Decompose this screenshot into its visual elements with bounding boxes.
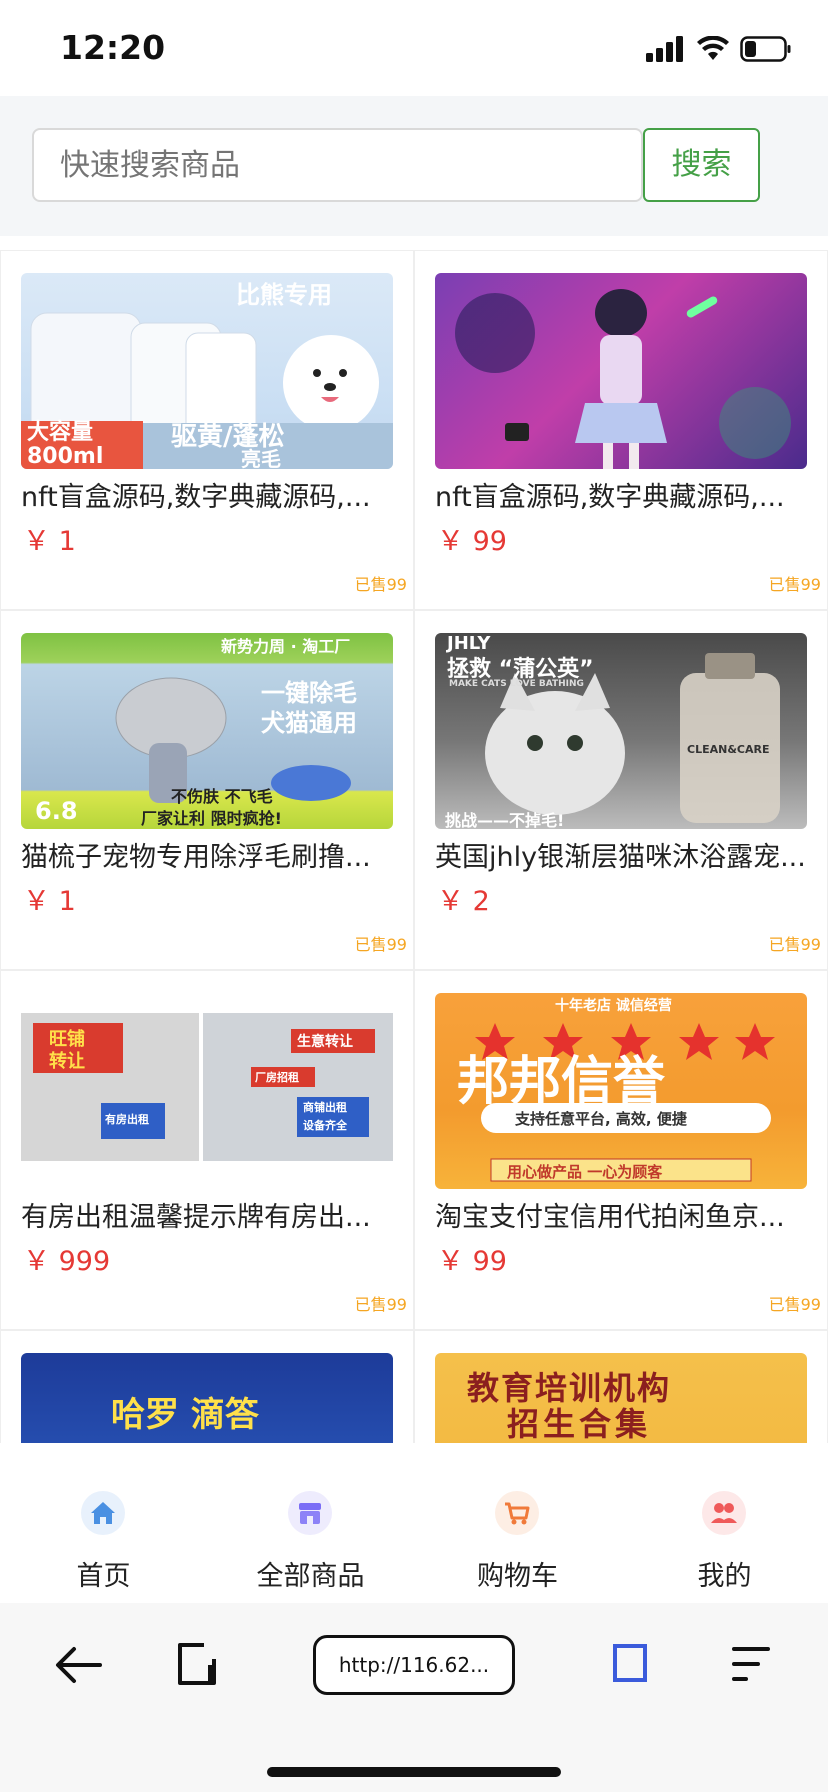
product-card[interactable]: 哈罗 滴答 [0,1330,414,1443]
product-price: ￥ 1 [23,886,76,917]
bottom-tab-bar: 首页 全部商品 购物车 我的 [0,1443,828,1603]
product-sold-count: 已售99 [768,1295,821,1314]
image-text: MAKE CATS LOVE BATHING [449,679,584,689]
back-arrow-icon[interactable] [54,1643,104,1687]
window-icon[interactable] [612,1643,648,1683]
user-icon [702,1491,746,1535]
tab-label: 我的 [697,1561,752,1592]
image-text: 商铺出租 [303,1101,347,1114]
image-text: 设备齐全 [303,1119,347,1132]
status-time: 12:20 [60,28,166,67]
product-title[interactable]: 有房出租温馨提示牌有房出... [21,1195,401,1234]
tab-label: 购物车 [477,1561,558,1592]
url-bar[interactable]: http://116.62... [313,1635,515,1695]
tab-mine[interactable]: 我的 [621,1443,828,1603]
product-sold-count: 已售99 [354,935,407,954]
search-area: 搜索 [0,96,828,236]
product-title[interactable]: 猫梳子宠物专用除浮毛刷撸... [21,835,401,874]
product-image[interactable]: 比熊专用 大容量 800ml 驱黄/蓬松 亮毛 [21,273,393,469]
battery-icon [740,36,791,62]
image-text: 厂房招租 [255,1071,299,1084]
product-card[interactable]: 比熊专用 大容量 800ml 驱黄/蓬松 亮毛 nft盲盒源码,数字典藏源码,.… [0,250,414,610]
wifi-icon [697,36,729,60]
tab-label: 首页 [76,1561,131,1592]
product-image[interactable] [435,273,807,469]
product-card[interactable]: JHLY 拯救 “蒲公英” MAKE CATS LOVE BATHING CLE… [414,610,828,970]
tab-all-products[interactable]: 全部商品 [207,1443,414,1603]
nft-character-illustration [455,289,791,469]
tab-label: 全部商品 [256,1561,365,1592]
search-button[interactable]: 搜索 [643,128,760,202]
product-sold-count: 已售99 [768,575,821,594]
image-text: 十年老店 诚信经营 [555,998,672,1014]
product-title[interactable]: 英国jhly银渐层猫咪沐浴露宠... [435,835,815,874]
status-bar: 12:20 [0,0,828,96]
product-image[interactable]: 十年老店 诚信经营 邦邦信誉 支持任意平台, 高效, 便捷 用心做产品 一心为顾… [435,993,807,1189]
image-text: CLEAN&CARE [687,743,770,756]
product-title[interactable]: nft盲盒源码,数字典藏源码,... [21,475,401,514]
status-icons [646,36,792,62]
product-sold-count: 已售99 [354,1295,407,1314]
image-text: 支持任意平台, 高效, 便捷 [515,1110,687,1128]
image-text: 厂家让利 限时疯抢! [141,809,282,828]
product-image[interactable]: 哈罗 滴答 [21,1353,393,1443]
search-input[interactable] [32,128,643,202]
browser-toolbar: http://116.62... [0,1603,828,1792]
product-image[interactable]: 教育培训机构 招生合集 [435,1353,807,1443]
cellular-signal-icon [646,36,683,62]
product-card[interactable]: 新势力周 · 淘工厂 一键除毛 犬猫通用 6.8 不伤肤 不飞毛 厂家让利 限时… [0,610,414,970]
product-price: ￥ 99 [437,1246,507,1277]
product-card[interactable]: nft盲盒源码,数字典藏源码,... ￥ 99 已售99 [414,250,828,610]
product-price: ￥ 99 [437,526,507,557]
menu-icon[interactable] [730,1645,772,1683]
image-text: 亮毛 [241,447,281,469]
product-card[interactable]: 教育培训机构 招生合集 [414,1330,828,1443]
product-sold-count: 已售99 [354,575,407,594]
image-text: 犬猫通用 [261,709,357,737]
image-text: 邦邦信誉 [457,1052,666,1112]
product-price: ￥ 2 [437,886,490,917]
product-card[interactable]: 十年老店 诚信经营 邦邦信誉 支持任意平台, 高效, 便捷 用心做产品 一心为顾… [414,970,828,1330]
product-title[interactable]: 淘宝支付宝信用代拍闲鱼京... [435,1195,815,1234]
image-text: 800ml [27,444,104,469]
image-text: 招生合集 [507,1405,652,1443]
product-grid: 比熊专用 大容量 800ml 驱黄/蓬松 亮毛 nft盲盒源码,数字典藏源码,.… [0,250,828,1443]
product-sold-count: 已售99 [768,935,821,954]
tab-home[interactable]: 首页 [0,1443,207,1603]
image-text: 生意转让 [297,1034,353,1050]
home-icon [81,1491,125,1535]
image-text: 挑战——不掉毛! [445,811,565,829]
product-image[interactable]: 旺铺 转让 生意转让 厂房招租 有房出租 商铺出租 设备齐全 [21,993,393,1189]
product-image[interactable]: JHLY 拯救 “蒲公英” MAKE CATS LOVE BATHING CLE… [435,633,807,829]
product-image[interactable]: 新势力周 · 淘工厂 一键除毛 犬猫通用 6.8 不伤肤 不飞毛 厂家让利 限时… [21,633,393,829]
image-text: 6.8 [35,797,78,825]
product-title[interactable]: nft盲盒源码,数字典藏源码,... [435,475,815,514]
product-price: ￥ 1 [23,526,76,557]
shop-icon [288,1491,332,1535]
home-indicator [267,1767,561,1777]
image-text: 新势力周 · 淘工厂 [221,637,351,656]
cart-icon [495,1491,539,1535]
image-text: 不伤肤 不飞毛 [171,787,273,806]
image-text: 用心做产品 一心为顾客 [507,1163,663,1181]
image-text: 转让 [49,1051,85,1072]
tabs-icon[interactable] [176,1641,220,1687]
product-price: ￥ 999 [23,1246,111,1277]
image-text: 哈罗 滴答 [111,1395,259,1435]
image-text: 比熊专用 [236,281,332,309]
image-text: 大容量 [27,420,94,445]
image-text: 有房出租 [105,1113,149,1126]
product-card[interactable]: 旺铺 转让 生意转让 厂房招租 有房出租 商铺出租 设备齐全 有房出租温馨提示牌… [0,970,414,1330]
tab-cart[interactable]: 购物车 [414,1443,621,1603]
